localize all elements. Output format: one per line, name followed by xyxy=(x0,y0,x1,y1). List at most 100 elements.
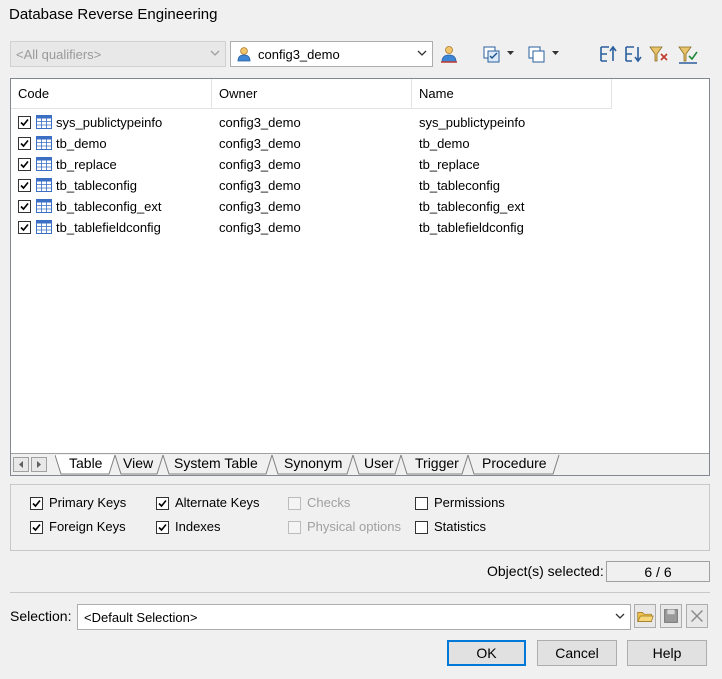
deselect-all-button[interactable] xyxy=(526,43,548,65)
row-name: tb_tableconfig xyxy=(419,178,500,193)
user-select-icon xyxy=(441,46,457,63)
row-name: tb_tableconfig_ext xyxy=(419,199,525,214)
save-icon xyxy=(664,609,678,623)
row-checkbox[interactable] xyxy=(18,179,31,192)
row-code: tb_tablefieldconfig xyxy=(56,220,161,235)
ok-button[interactable]: OK xyxy=(447,640,526,666)
row-code: tb_tableconfig_ext xyxy=(56,199,162,214)
chevron-down-icon xyxy=(417,50,427,56)
statistics-checkbox[interactable] xyxy=(415,521,428,534)
row-code: tb_demo xyxy=(56,136,107,151)
row-checkbox[interactable] xyxy=(18,221,31,234)
qualifier-combo[interactable]: <All qualifiers> xyxy=(10,41,226,67)
chevron-right-icon xyxy=(37,461,41,468)
object-type-tabs: Table View System Table Synonym User Tri… xyxy=(11,453,709,475)
tab-scroll-left-button[interactable] xyxy=(13,457,29,472)
table-row[interactable]: tb_tableconfig_ext config3_demo tb_tableco… xyxy=(11,196,611,217)
checks-checkbox xyxy=(288,497,301,510)
table-icon xyxy=(36,178,52,192)
dropdown-arrow-icon[interactable] xyxy=(507,51,514,56)
permissions-checkbox[interactable] xyxy=(415,497,428,510)
row-name: tb_demo xyxy=(419,136,470,151)
help-button[interactable]: Help xyxy=(627,640,707,666)
table-row[interactable]: tb_tableconfig config3_demo tb_tableconfig xyxy=(11,175,611,196)
user-icon xyxy=(237,47,251,62)
row-checkbox[interactable] xyxy=(18,200,31,213)
row-code: sys_publictypeinfo xyxy=(56,115,163,130)
row-owner: config3_demo xyxy=(219,115,301,130)
table-icon xyxy=(36,157,52,171)
table-icon xyxy=(36,115,52,129)
selection-combo[interactable]: <Default Selection> xyxy=(77,604,631,630)
row-owner: config3_demo xyxy=(219,136,301,151)
table-row[interactable]: sys_publictypeinfo config3_demo sys_public… xyxy=(11,112,611,133)
row-checkbox[interactable] xyxy=(18,158,31,171)
row-code: tb_replace xyxy=(56,157,117,172)
physical-options-checkbox xyxy=(288,521,301,534)
primary-keys-checkbox[interactable] xyxy=(30,497,43,510)
object-list[interactable]: Code Owner Name sys_publictypeinfoconfig… xyxy=(10,78,710,476)
column-header-code[interactable]: Code xyxy=(11,79,212,109)
divider xyxy=(10,592,710,593)
select-owner-button[interactable] xyxy=(438,43,460,65)
folder-open-icon xyxy=(637,612,654,622)
sort-ascending-icon xyxy=(600,45,617,62)
chevron-down-icon xyxy=(210,50,220,56)
open-selection-button[interactable] xyxy=(634,604,656,628)
deselect-all-icon xyxy=(528,46,545,63)
row-checkbox[interactable] xyxy=(18,116,31,129)
delete-selection-button[interactable] xyxy=(686,604,708,628)
foreign-keys-checkbox[interactable] xyxy=(30,521,43,534)
owner-combo[interactable]: config3_demo xyxy=(230,41,433,67)
close-icon xyxy=(691,610,703,622)
tab-procedure[interactable]: Procedure xyxy=(482,455,547,471)
reverse-options-group: Primary Keys Foreign Keys Alternate Keys… xyxy=(10,484,710,551)
tab-user[interactable]: User xyxy=(364,455,394,471)
tab-synonym[interactable]: Synonym xyxy=(284,455,342,471)
selection-value: <Default Selection> xyxy=(84,610,198,625)
row-owner: config3_demo xyxy=(219,157,301,172)
column-header-name[interactable]: Name xyxy=(412,79,612,109)
sort-descending-icon xyxy=(625,46,642,63)
owner-value: config3_demo xyxy=(258,47,340,62)
dropdown-arrow-icon[interactable] xyxy=(552,51,559,56)
chevron-left-icon xyxy=(19,461,23,468)
row-name: tb_tablefieldconfig xyxy=(419,220,524,235)
row-owner: config3_demo xyxy=(219,220,301,235)
indexes-checkbox[interactable] xyxy=(156,521,169,534)
tab-system-table[interactable]: System Table xyxy=(174,455,258,471)
row-code: tb_tableconfig xyxy=(56,178,137,193)
window-title: Database Reverse Engineering xyxy=(9,6,218,23)
tab-scroll-right-button[interactable] xyxy=(31,457,47,472)
column-header-owner[interactable]: Owner xyxy=(212,79,412,109)
select-all-button[interactable] xyxy=(481,43,503,65)
sort-ascending-button[interactable] xyxy=(597,43,619,65)
row-owner: config3_demo xyxy=(219,199,301,214)
filter-button[interactable] xyxy=(648,43,670,65)
alternate-keys-checkbox[interactable] xyxy=(156,497,169,510)
save-selection-button[interactable] xyxy=(660,604,682,628)
tab-table[interactable]: Table xyxy=(69,455,102,471)
table-icon xyxy=(36,220,52,234)
row-checkbox[interactable] xyxy=(18,137,31,150)
tab-view[interactable]: View xyxy=(123,455,153,471)
chevron-down-icon xyxy=(615,613,625,619)
tab-trigger[interactable]: Trigger xyxy=(415,455,459,471)
row-name: tb_replace xyxy=(419,157,480,172)
qualifier-value: <All qualifiers> xyxy=(16,47,102,62)
objects-selected-count: 6 / 6 xyxy=(606,561,710,582)
sort-descending-button[interactable] xyxy=(622,43,644,65)
table-row[interactable]: tb_replace config3_demo tb_replace xyxy=(11,154,611,175)
selection-label: Selection: xyxy=(10,608,72,624)
filter-icon xyxy=(649,46,668,62)
select-all-icon xyxy=(483,46,500,63)
table-icon xyxy=(36,199,52,213)
row-name: sys_publictypeinfo xyxy=(419,115,526,130)
clear-filter-button[interactable] xyxy=(677,43,699,65)
cancel-button[interactable]: Cancel xyxy=(537,640,617,666)
objects-selected-label: Object(s) selected: xyxy=(487,563,604,579)
table-row[interactable]: tb_demo config3_demo tb_demo xyxy=(11,133,611,154)
table-icon xyxy=(36,136,52,150)
clear-filter-icon xyxy=(678,46,698,64)
table-row[interactable]: tb_tablefieldconfig config3_demo tb_tablef… xyxy=(11,217,611,238)
